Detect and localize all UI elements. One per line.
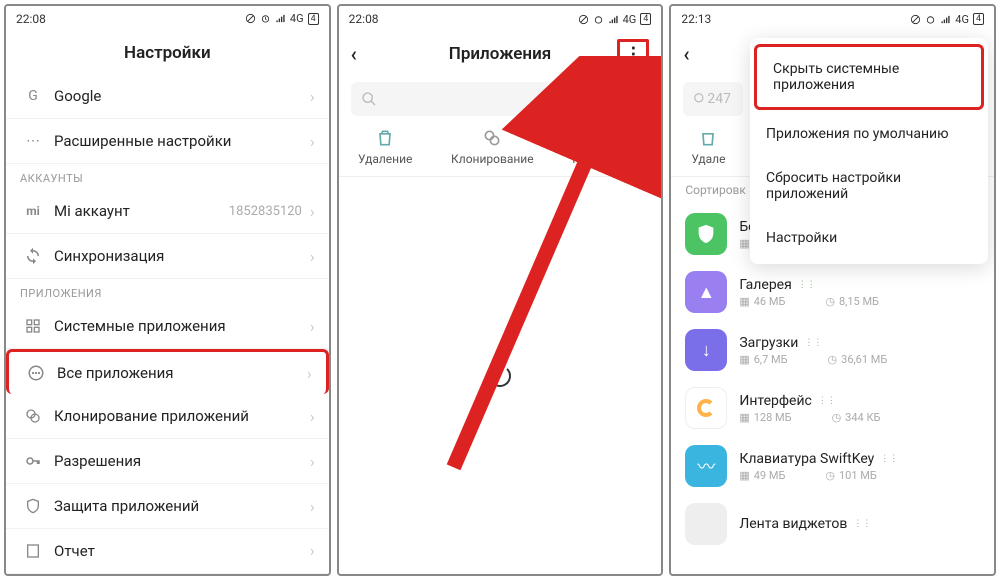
status-icons: 4G 4 bbox=[245, 12, 319, 25]
chevron-right-icon: › bbox=[310, 497, 315, 516]
signal-text: 4G bbox=[955, 13, 969, 26]
app-icon: ▲ bbox=[685, 271, 727, 313]
search-icon bbox=[693, 92, 707, 106]
item-report[interactable]: Отчет › bbox=[6, 529, 329, 574]
loading-spinner bbox=[489, 365, 511, 387]
app-icon bbox=[685, 213, 727, 255]
trash-icon bbox=[698, 128, 718, 148]
chevron-right-icon: › bbox=[310, 317, 315, 336]
status-time: 22:08 bbox=[349, 12, 379, 26]
chevron-right-icon: › bbox=[310, 452, 315, 471]
status-time: 22:08 bbox=[16, 12, 46, 26]
item-mi-account[interactable]: mi Mi аккаунт 1852835120 › bbox=[6, 189, 329, 234]
clone-icon bbox=[482, 128, 502, 148]
search-icon bbox=[361, 91, 377, 107]
header: Настройки bbox=[6, 31, 329, 74]
key-icon bbox=[20, 452, 46, 470]
page-title: Настройки bbox=[124, 43, 211, 63]
item-clone-apps[interactable]: Клонирование приложений › bbox=[6, 394, 329, 439]
action-delete[interactable]: Удале bbox=[691, 128, 725, 166]
menu-default-apps[interactable]: Приложения по умолчанию bbox=[750, 112, 988, 156]
chevron-right-icon: › bbox=[310, 87, 315, 106]
battery-icon: 4 bbox=[308, 13, 319, 25]
signal-icon bbox=[608, 14, 619, 25]
page-title: Приложения bbox=[449, 44, 551, 64]
sync-icon bbox=[20, 247, 46, 265]
app-icon: ↓ bbox=[685, 329, 727, 371]
menu-settings[interactable]: Настройки bbox=[750, 216, 988, 260]
item-permissions[interactable]: Разрешения › bbox=[6, 439, 329, 484]
chevron-right-icon: › bbox=[310, 541, 315, 560]
status-time: 22:13 bbox=[681, 12, 711, 26]
header: ‹ Приложения ⋮ bbox=[339, 32, 662, 76]
menu-hide-system[interactable]: Скрыть системные приложения bbox=[754, 44, 984, 110]
shield-icon bbox=[20, 498, 46, 514]
action-delete[interactable]: Удаление bbox=[358, 128, 412, 166]
mi-icon: mi bbox=[20, 204, 46, 218]
item-google[interactable]: G Google › bbox=[6, 74, 329, 119]
status-icons: 4G 4 bbox=[578, 13, 652, 26]
app-row[interactable]: Интерфейс⋮⋮ ▦ 128 МБ◷ 344 КБ bbox=[671, 379, 994, 437]
item-sync[interactable]: Синхронизация › bbox=[6, 234, 329, 279]
item-all-apps[interactable]: Все приложения › bbox=[6, 349, 329, 394]
clone-icon bbox=[20, 408, 46, 424]
item-system-apps[interactable]: Системные приложения › bbox=[6, 304, 329, 349]
dnd-icon bbox=[578, 14, 589, 25]
back-button[interactable]: ‹ bbox=[683, 42, 689, 66]
chevron-right-icon: › bbox=[310, 202, 315, 221]
statusbar: 22:08 4G 4 bbox=[339, 6, 662, 32]
alarm-icon bbox=[925, 14, 936, 25]
chevron-right-icon: › bbox=[310, 132, 315, 151]
badge-icon bbox=[597, 128, 617, 148]
battery-icon: 4 bbox=[973, 13, 984, 25]
trash-icon bbox=[375, 128, 395, 148]
dnd-icon bbox=[910, 14, 921, 25]
chevron-right-icon: › bbox=[310, 407, 315, 426]
back-button[interactable]: ‹ bbox=[351, 42, 357, 66]
chevron-right-icon: › bbox=[310, 247, 315, 266]
app-row[interactable]: 〰 Клавиатура SwiftKey⋮⋮ ▦ 49 МБ◷ 101 МБ bbox=[671, 437, 994, 495]
report-icon bbox=[20, 543, 46, 559]
app-row[interactable]: ↓ Загрузки⋮⋮ ▦ 6,7 МБ◷ 36,61 МБ bbox=[671, 321, 994, 379]
battery-icon: 4 bbox=[640, 13, 651, 25]
alarm-icon bbox=[593, 14, 604, 25]
app-icon bbox=[685, 503, 727, 545]
app-icon: 〰 bbox=[685, 445, 727, 487]
overflow-menu: Скрыть системные приложения Приложения п… bbox=[750, 38, 988, 264]
section-accounts: АККАУНТЫ bbox=[6, 164, 329, 189]
action-clone[interactable]: Клонирование bbox=[451, 128, 534, 166]
item-app-protect[interactable]: Защита приложений › bbox=[6, 484, 329, 529]
action-permissions[interactable]: Разрешения bbox=[572, 128, 642, 166]
signal-icon bbox=[275, 13, 286, 24]
screen-settings: 22:08 4G 4 Настройки G Google › ⋯ Расшир… bbox=[4, 4, 331, 576]
google-icon: G bbox=[20, 88, 46, 104]
app-row[interactable]: ▲ Галерея⋮⋮ ▦ 46 МБ◷ 8,15 МБ bbox=[671, 263, 994, 321]
statusbar: 22:13 4G 4 bbox=[671, 6, 994, 32]
apps-icon bbox=[23, 364, 49, 382]
signal-text: 4G bbox=[290, 12, 304, 25]
status-icons: 4G 4 bbox=[910, 13, 984, 26]
menu-reset[interactable]: Сбросить настройки приложений bbox=[750, 156, 988, 216]
app-icon bbox=[685, 387, 727, 429]
section-apps: ПРИЛОЖЕНИЯ bbox=[6, 279, 329, 304]
more-menu-button[interactable]: ⋮ bbox=[617, 39, 649, 70]
screen-apps-menu: 22:13 4G 4 ‹ 247 Удале Сортировк Скрыть … bbox=[669, 4, 996, 576]
alarm-icon bbox=[260, 13, 271, 24]
signal-text: 4G bbox=[623, 13, 637, 26]
item-advanced[interactable]: ⋯ Расширенные настройки › bbox=[6, 119, 329, 164]
signal-icon bbox=[940, 14, 951, 25]
dnd-icon bbox=[245, 13, 256, 24]
search-field[interactable] bbox=[377, 91, 640, 107]
search-input[interactable]: 247 bbox=[683, 82, 743, 116]
more-icon: ⋯ bbox=[20, 133, 46, 149]
grid-icon bbox=[20, 318, 46, 334]
chevron-right-icon: › bbox=[307, 364, 312, 383]
action-bar: Удаление Клонирование Разрешения bbox=[339, 122, 662, 177]
app-row[interactable]: Лента виджетов⋮⋮ bbox=[671, 495, 994, 553]
search-input[interactable] bbox=[351, 82, 650, 116]
screen-apps: 22:08 4G 4 ‹ Приложения ⋮ Удаление Клони… bbox=[337, 4, 664, 576]
statusbar: 22:08 4G 4 bbox=[6, 6, 329, 31]
